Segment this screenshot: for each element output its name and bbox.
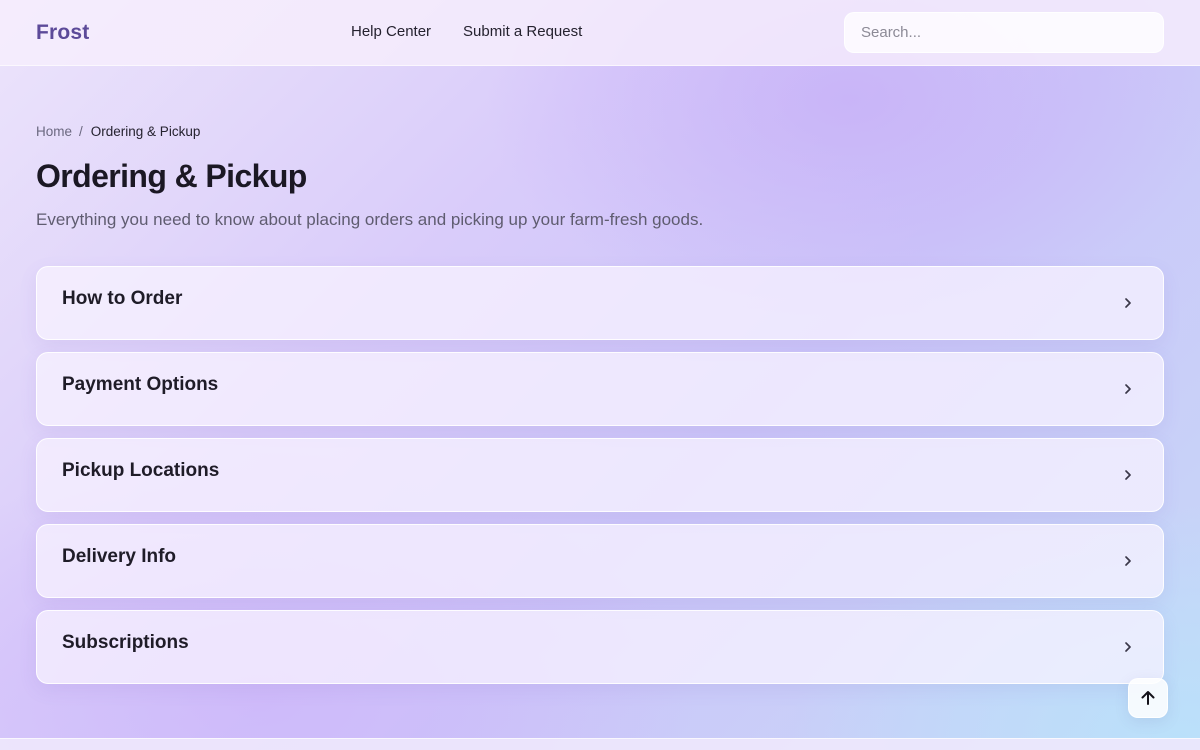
page-title: Ordering & Pickup [36, 158, 307, 194]
arrow-up-icon [1141, 691, 1155, 705]
faq-item-title: Payment Options [62, 374, 219, 395]
faq-item-title: Pickup Locations [62, 460, 220, 481]
nav-link-submit-request[interactable]: Submit a Request [463, 23, 582, 40]
faq-item-payment-options[interactable]: Payment Options [36, 352, 1164, 426]
breadcrumb-separator: / [79, 124, 83, 139]
logo[interactable]: Frost [36, 21, 90, 45]
chevron-right-icon [1125, 384, 1131, 394]
faq-item-subscriptions[interactable]: Subscriptions [36, 610, 1164, 684]
faq-item-title: Subscriptions [62, 632, 189, 653]
breadcrumb-current: Ordering & Pickup [90, 124, 201, 139]
faq-item-title: Delivery Info [62, 546, 177, 567]
breadcrumb-home-link[interactable]: Home [36, 124, 72, 139]
chevron-right-icon [1125, 470, 1131, 480]
footer-strip [0, 738, 1200, 750]
top-navigation-bar: Frost Help Center Submit a Request [0, 0, 1200, 66]
faq-accordion: How to Order Payment Options Pickup Loca… [36, 266, 1164, 696]
faq-item-how-to-order[interactable]: How to Order [36, 266, 1164, 340]
page-subtitle: Everything you need to know about placin… [36, 210, 704, 229]
main-nav: Help Center Submit a Request [351, 23, 582, 40]
faq-item-title: How to Order [62, 288, 183, 309]
chevron-right-icon [1125, 556, 1131, 566]
breadcrumb: Home / Ordering & Pickup [36, 124, 200, 139]
faq-item-delivery-info[interactable]: Delivery Info [36, 524, 1164, 598]
nav-link-help-center[interactable]: Help Center [351, 23, 431, 40]
chevron-right-icon [1125, 298, 1131, 308]
back-to-top-button[interactable] [1128, 678, 1168, 718]
chevron-right-icon [1125, 642, 1131, 652]
faq-item-pickup-locations[interactable]: Pickup Locations [36, 438, 1164, 512]
search-input[interactable] [844, 12, 1164, 53]
